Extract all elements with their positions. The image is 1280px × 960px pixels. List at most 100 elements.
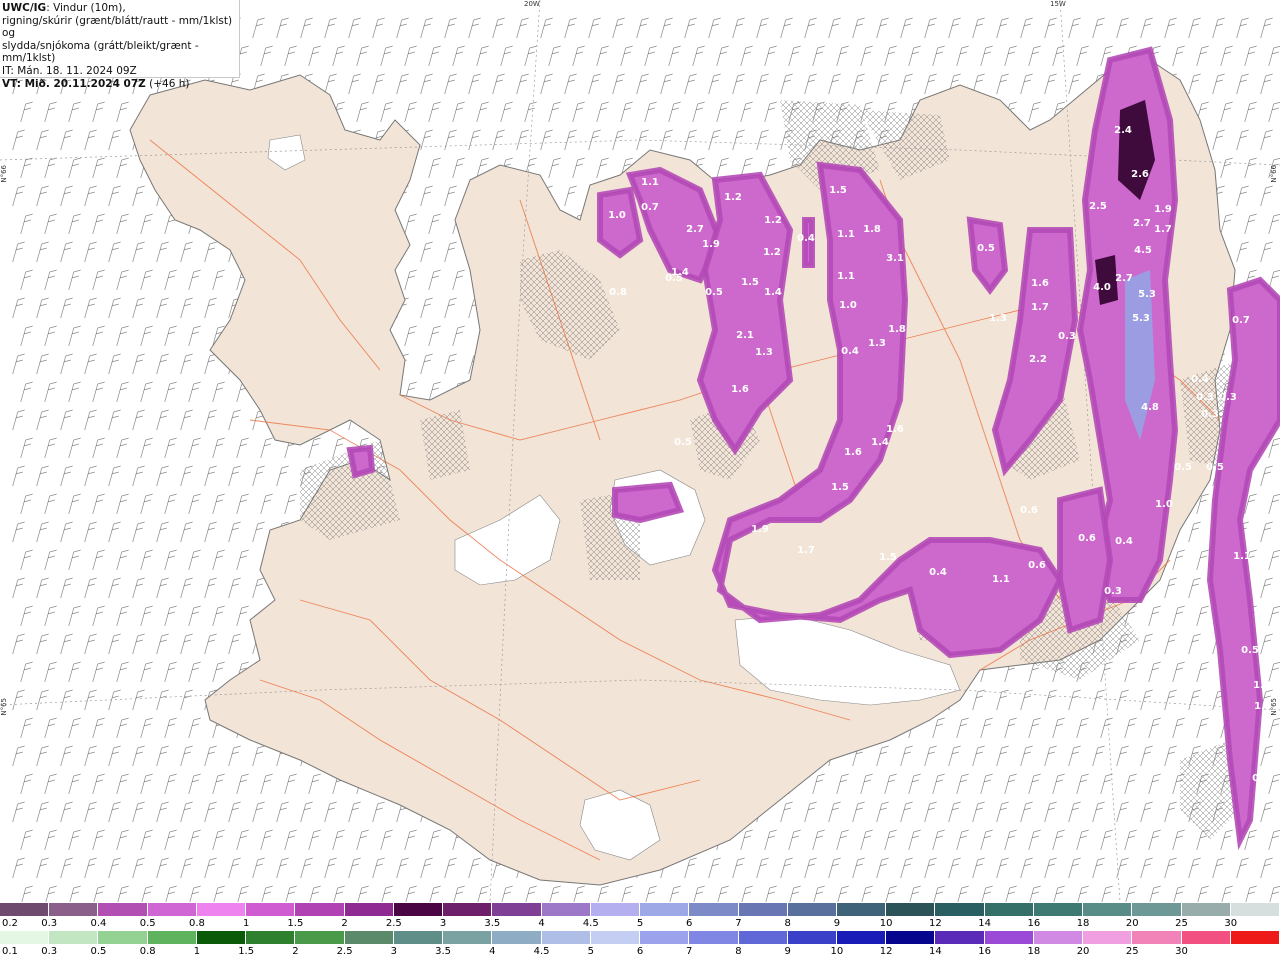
precip-value-label: 1.3 <box>755 347 773 358</box>
legend-tick-label: 7 <box>735 918 742 929</box>
legend-color-cell <box>886 903 936 916</box>
precip-value-label: 0.5 <box>1241 645 1259 656</box>
legend-tick-label: 9 <box>833 918 841 929</box>
precip-value-label: 2.5 <box>1089 201 1107 212</box>
precip-value-label: 0.3 <box>1201 409 1219 420</box>
precip-value-label: 1.6 <box>731 384 749 395</box>
precip-value-label: 1.1 <box>641 177 659 188</box>
precip-value-label: 4.8 <box>1141 402 1159 413</box>
precip-value-label: 2.2 <box>1029 354 1047 365</box>
precip-value-label: 1.5 <box>879 552 897 563</box>
legend-tick-label: 0.2 <box>2 918 18 929</box>
legend-color-cell <box>1083 903 1133 916</box>
lat-label-66-right: N°66 <box>1270 165 1278 183</box>
legend-tick-label: 25 <box>1125 946 1139 957</box>
legend-color-cell <box>49 931 99 944</box>
legend-tick-label: 20 <box>1125 918 1139 929</box>
legend-tick-label: 20 <box>1076 946 1090 957</box>
legend-color-cell <box>590 903 641 916</box>
legend-color-cell <box>689 903 739 916</box>
legend-tick-label: 5 <box>636 918 644 929</box>
legend-color-cell <box>1181 903 1231 916</box>
precip-value-label: 2.4 <box>1114 125 1132 136</box>
legend-tick-label: 1.5 <box>238 946 255 957</box>
legend-color-cell <box>787 903 837 916</box>
legend-color-cell <box>886 931 936 944</box>
precip-value-label: 1.0 <box>839 300 857 311</box>
legend-tick-label: 0.4 <box>90 918 107 929</box>
precip-value-label: 0.5 <box>1206 462 1224 473</box>
legend-tick-label: 0.5 <box>139 918 156 929</box>
precip-value-label: 0.5 <box>665 273 683 284</box>
precip-value-label: 4.5 <box>1134 245 1152 256</box>
legend-color-cell <box>590 931 641 944</box>
legend-tick-label: 4.5 <box>533 946 550 957</box>
precip-value-label: 0.4 <box>1115 536 1133 547</box>
legend-tick-label: 14 <box>929 946 942 957</box>
legend-color-cell <box>246 931 296 944</box>
legend-tick-label: 1.5 <box>287 918 304 929</box>
legend-tick-label: 2.5 <box>385 918 402 929</box>
precip-value-label: 1.0 <box>608 210 626 221</box>
legend-color-cell <box>836 903 887 916</box>
lat-label-65-left: N°65 <box>0 698 8 716</box>
lon-label-20w: 20W <box>524 0 540 8</box>
precip-value-label: 1.7 <box>797 545 815 556</box>
precip-value-label: 1.7 <box>1031 302 1049 313</box>
snow-legend-labels: 0.2 0.3 0.4 0.5 0.8 1 1.5 2 2.5 3 3.5 4 4.5 5 6 7 8 9 10 12… <box>0 918 1280 931</box>
legend-color-cell <box>640 903 690 916</box>
precip-area-inner <box>612 481 685 524</box>
legend-color-cell <box>147 903 197 916</box>
legend-tick-label: 4 <box>538 918 545 929</box>
precip-value-label: 1.4 <box>871 437 889 448</box>
precip-value-label: 0.7 <box>1232 315 1250 326</box>
precip-area-inner <box>1057 486 1114 634</box>
legend-tick-label: 1 <box>193 946 201 957</box>
legend-tick-label: 3.5 <box>484 918 501 929</box>
precip-value-label: 1.2 <box>724 192 742 203</box>
lat-label-65-right: N°65 <box>1270 698 1278 716</box>
legend-color-cell <box>640 931 690 944</box>
precip-value-label: 1.5 <box>741 277 759 288</box>
precip-value-label: 2.1 <box>736 330 754 341</box>
legend-tick-label: 5 <box>587 946 594 957</box>
legend-color-cell <box>541 903 591 916</box>
legend-color-cell <box>393 903 444 916</box>
legend-tick-label: 10 <box>879 918 893 929</box>
legend-color-cell <box>1181 931 1231 944</box>
legend-color-cell <box>689 931 739 944</box>
precip-value-label: 0.3 <box>1196 392 1214 403</box>
precip-value-label: 0.4 <box>929 567 947 578</box>
legend-tick-label: 30 <box>1224 918 1238 929</box>
legend-color-cell <box>1083 931 1133 944</box>
precip-value-label: 1.2 <box>764 215 782 226</box>
legend-tick-label: 2.5 <box>336 946 353 957</box>
legend-tick-label: 2 <box>341 918 348 929</box>
legend-tick-label: 30 <box>1175 946 1188 957</box>
precip-value-label: 1.2 <box>763 247 781 258</box>
snow-legend-bar <box>0 903 1280 916</box>
precip-value-label: 0.5 <box>674 437 692 448</box>
legend-color-cell <box>344 903 394 916</box>
legend-tick-label: 4.5 <box>582 918 599 929</box>
precip-value-label: 1.1 <box>837 271 855 282</box>
legend-color-cell <box>246 903 296 916</box>
precip-value-label: 4.0 <box>1093 282 1111 293</box>
info-line-1: UWC/IG: Vindur (10m), <box>2 2 239 15</box>
legend-color-cell <box>443 903 493 916</box>
legend-color-cell <box>935 903 985 916</box>
legend-tick-label: 4 <box>489 946 496 957</box>
legend-color-cell <box>295 931 345 944</box>
legend-color-cell <box>49 903 99 916</box>
precip-value-label: 2.7 <box>686 224 704 235</box>
legend-color-cell <box>0 903 50 916</box>
legend-color-cell <box>738 931 788 944</box>
precip-value-label: 1.1 <box>992 574 1010 585</box>
precip-value-label: 1.6 <box>1031 278 1049 289</box>
legend-color-cell <box>1230 903 1280 916</box>
precip-value-label: 0.4 <box>841 346 859 357</box>
precip-value-label: 1.6 <box>886 424 904 435</box>
legend-tick-label: 18 <box>1076 918 1090 929</box>
legend-color-cell <box>295 903 345 916</box>
legend-tick-label: 10 <box>830 946 844 957</box>
